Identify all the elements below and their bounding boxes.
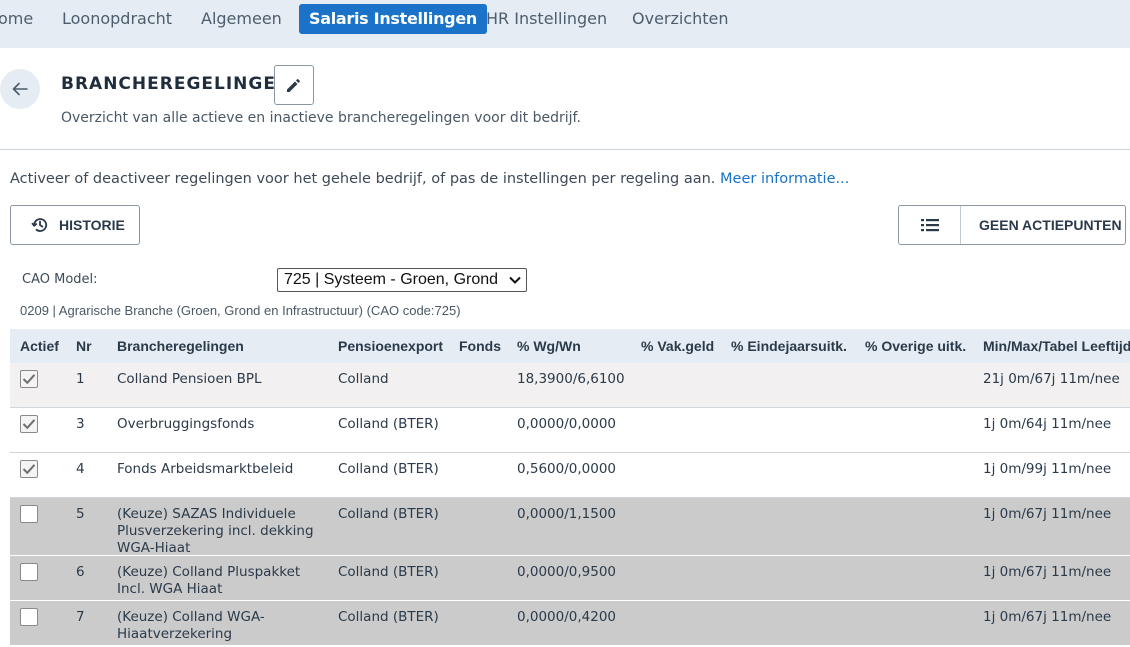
cell-pensioenexport: Colland (BTER) bbox=[338, 506, 439, 522]
table-row[interactable]: 7 (Keuze) Colland WGA-Hiaatverzekering Col… bbox=[10, 601, 1130, 646]
cell-wg-wn: 0,0000/1,1500 bbox=[517, 506, 617, 522]
col-wg-wn[interactable]: % Wg/Wn bbox=[517, 338, 581, 354]
edit-button[interactable] bbox=[274, 65, 314, 105]
cell-pensioenexport: Colland (BTER) bbox=[338, 609, 439, 625]
table-row[interactable]: 5 (Keuze) SAZAS Individuele Plusverzekeri… bbox=[10, 498, 1130, 556]
cao-model-value: 725 | Systeem - Groen, Grond bbox=[284, 271, 499, 288]
cao-model-select[interactable]: 725 | Systeem - Groen, Grond bbox=[277, 268, 527, 292]
cell-nr: 4 bbox=[76, 461, 85, 477]
chevron-down-icon bbox=[509, 276, 521, 284]
pencil-icon bbox=[287, 79, 300, 92]
cell-name: Fonds Arbeidsmarktbeleid bbox=[117, 461, 294, 477]
table-row[interactable]: 1 Colland Pensioen BPL Colland 18,3900/6,61… bbox=[10, 363, 1130, 408]
cell-name: (Keuze) Colland Pluspakket Incl. WGA Hia… bbox=[117, 564, 301, 597]
col-leeftijd[interactable]: Min/Max/Tabel Leeftijd bbox=[983, 338, 1130, 354]
col-actief[interactable]: Actief bbox=[20, 338, 59, 354]
table-row[interactable]: 4 Fonds Arbeidsmarktbeleid Colland (BTER) 0… bbox=[10, 453, 1130, 498]
actiepunten-label: GEEN ACTIEPUNTEN bbox=[979, 217, 1122, 233]
cell-wg-wn: 0,5600/0,0000 bbox=[517, 461, 617, 477]
col-brancheregelingen[interactable]: Brancheregelingen bbox=[117, 338, 244, 354]
cell-nr: 5 bbox=[76, 506, 85, 522]
table-header: Actief Nr Brancheregelingen Pensioenexpo… bbox=[10, 329, 1130, 363]
checkmark-icon bbox=[22, 464, 36, 475]
cell-pensioenexport: Colland (BTER) bbox=[338, 416, 439, 432]
table-row[interactable]: 6 (Keuze) Colland Pluspakket Incl. WGA Hi… bbox=[10, 556, 1130, 601]
cell-name: (Keuze) Colland WGA-Hiaatverzekering bbox=[117, 609, 265, 642]
cao-model-label: CAO Model: bbox=[22, 272, 98, 287]
cell-pensioenexport: Colland (BTER) bbox=[338, 461, 439, 477]
cell-wg-wn: 0,0000/0,9500 bbox=[517, 564, 617, 580]
nav-item-home[interactable]: ome bbox=[0, 0, 33, 38]
cell-name: (Keuze) SAZAS Individuele Plusverzekerin… bbox=[117, 506, 314, 556]
checkmark-icon bbox=[22, 419, 36, 430]
top-nav: ome Loonopdracht Algemeen Salaris Instel… bbox=[0, 0, 1130, 48]
col-fonds[interactable]: Fonds bbox=[459, 338, 501, 354]
col-overige-uitk[interactable]: % Overige uitk. bbox=[865, 338, 966, 354]
cell-nr: 1 bbox=[76, 371, 85, 387]
cao-description: 0209 | Agrarische Branche (Groen, Grond … bbox=[20, 303, 461, 318]
table-row[interactable]: 3 Overbruggingsfonds Colland (BTER) 0,0000/… bbox=[10, 408, 1130, 453]
intro-description: Activeer of deactiveer regelingen voor h… bbox=[10, 171, 716, 187]
cell-nr: 3 bbox=[76, 416, 85, 432]
checkmark-icon bbox=[22, 374, 36, 385]
active-checkbox[interactable] bbox=[20, 563, 38, 581]
more-info-link[interactable]: Meer informatie... bbox=[720, 171, 849, 187]
history-icon bbox=[31, 216, 49, 234]
cell-nr: 6 bbox=[76, 564, 85, 580]
cell-name: Colland Pensioen BPL bbox=[117, 371, 262, 387]
cell-leeftijd: 1j 0m/99j 11m/nee bbox=[983, 461, 1112, 477]
historie-button[interactable]: HISTORIE bbox=[10, 205, 140, 245]
nav-item-loonopdracht[interactable]: Loonopdracht bbox=[62, 0, 172, 38]
arrow-left-icon bbox=[12, 82, 28, 96]
cell-leeftijd: 1j 0m/67j 11m/nee bbox=[983, 506, 1112, 522]
cell-leeftijd: 1j 0m/67j 11m/nee bbox=[983, 564, 1112, 580]
cell-leeftijd: 1j 0m/64j 11m/nee bbox=[983, 416, 1112, 432]
cell-leeftijd: 1j 0m/67j 11m/nee bbox=[983, 609, 1112, 625]
nav-item-hr-instellingen[interactable]: HR Instellingen bbox=[486, 0, 607, 38]
active-checkbox[interactable] bbox=[20, 415, 38, 433]
col-eindejaarsuitk[interactable]: % Eindejaarsuitk. bbox=[731, 338, 847, 354]
cell-wg-wn: 0,0000/0,4200 bbox=[517, 609, 617, 625]
historie-label: HISTORIE bbox=[59, 217, 125, 233]
col-vak-geld[interactable]: % Vak.geld bbox=[641, 338, 714, 354]
cell-wg-wn: 18,3900/6,6100 bbox=[517, 371, 625, 387]
actiepunten-button[interactable]: GEEN ACTIEPUNTEN bbox=[898, 205, 1126, 245]
cell-name: Overbruggingsfonds bbox=[117, 416, 255, 432]
active-checkbox[interactable] bbox=[20, 460, 38, 478]
header-divider bbox=[0, 149, 1130, 150]
page-title: BRANCHEREGELINGEN bbox=[61, 74, 292, 94]
cell-pensioenexport: Colland (BTER) bbox=[338, 564, 439, 580]
nav-item-algemeen[interactable]: Algemeen bbox=[201, 0, 282, 38]
cell-pensioenexport: Colland bbox=[338, 371, 389, 387]
list-icon bbox=[899, 206, 961, 244]
cell-leeftijd: 21j 0m/67j 11m/nee bbox=[983, 371, 1120, 387]
back-button[interactable] bbox=[0, 69, 40, 109]
col-nr[interactable]: Nr bbox=[76, 338, 92, 354]
nav-item-overzichten[interactable]: Overzichten bbox=[632, 0, 729, 38]
col-pensioenexport[interactable]: Pensioenexport bbox=[338, 338, 443, 354]
intro-text: Activeer of deactiveer regelingen voor h… bbox=[10, 171, 849, 187]
page-subtitle: Overzicht van alle actieve en inactieve … bbox=[61, 110, 581, 126]
active-checkbox[interactable] bbox=[20, 505, 38, 523]
nav-item-salaris-instellingen[interactable]: Salaris Instellingen bbox=[299, 4, 487, 34]
active-checkbox[interactable] bbox=[20, 608, 38, 626]
cell-wg-wn: 0,0000/0,0000 bbox=[517, 416, 617, 432]
active-checkbox[interactable] bbox=[20, 370, 38, 388]
cell-nr: 7 bbox=[76, 609, 85, 625]
